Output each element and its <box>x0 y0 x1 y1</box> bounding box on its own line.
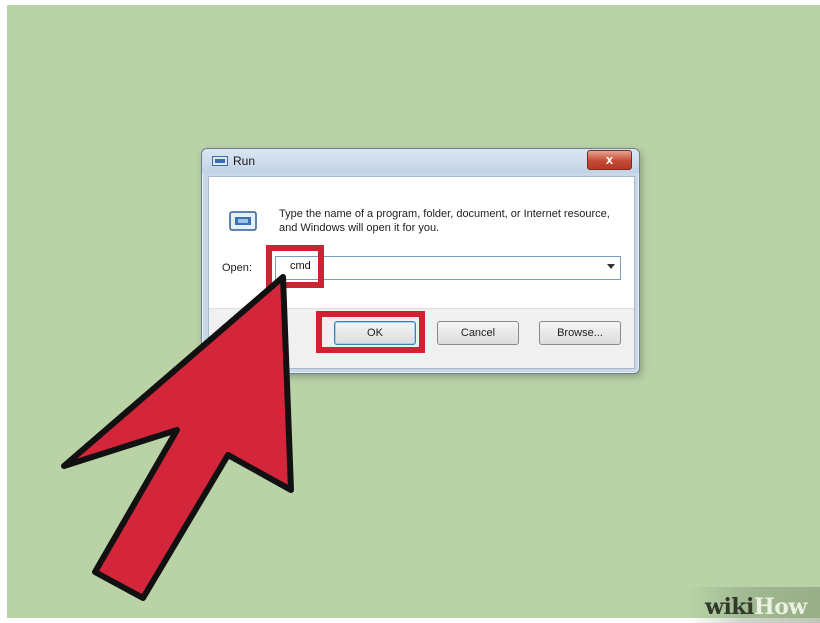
close-icon: x <box>605 152 614 167</box>
open-label: Open: <box>222 262 252 274</box>
open-combobox[interactable]: cmd <box>275 256 621 280</box>
dialog-description: Type the name of a program, folder, docu… <box>279 208 610 234</box>
watermark-wiki: wiki <box>705 594 754 620</box>
highlight-box-cmd <box>266 245 324 288</box>
title-bar[interactable]: Run x <box>202 149 639 173</box>
run-icon <box>229 211 257 231</box>
run-title-icon <box>212 156 228 166</box>
wikihow-watermark: wikiHow <box>672 585 820 623</box>
browse-button[interactable]: Browse... <box>539 321 621 345</box>
highlight-box-ok <box>316 311 425 353</box>
dropdown-arrow-icon[interactable] <box>607 264 615 269</box>
cancel-button[interactable]: Cancel <box>437 321 519 345</box>
dialog-title: Run <box>233 154 256 168</box>
watermark-how: How <box>753 594 807 620</box>
close-button[interactable]: x <box>587 150 632 170</box>
